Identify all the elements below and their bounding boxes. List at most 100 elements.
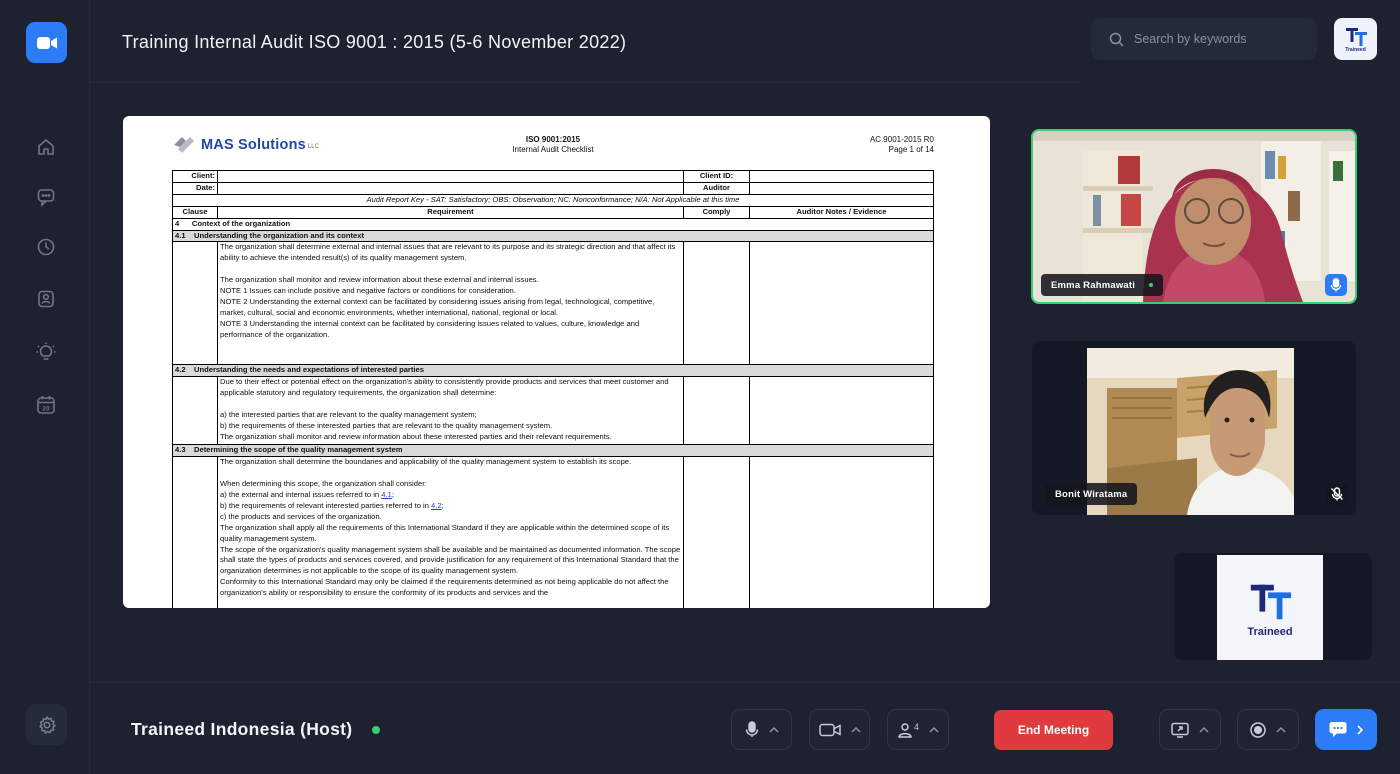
home-icon bbox=[38, 139, 54, 155]
header-divider bbox=[90, 82, 1080, 83]
participants-count: 4 bbox=[913, 721, 919, 732]
chat-icon bbox=[37, 189, 55, 207]
section-heading-row: 4.3 Determining the scope of the quality… bbox=[172, 444, 934, 458]
sidebar-item-contacts[interactable] bbox=[32, 285, 60, 313]
requirement-4-3-text-a: The organization shall determine the bou… bbox=[220, 457, 632, 499]
video-camera-icon bbox=[818, 723, 841, 736]
svg-text:20: 20 bbox=[42, 406, 50, 413]
clause-link-4-2[interactable]: 4.2 bbox=[431, 501, 442, 510]
column-clause: Clause bbox=[172, 205, 218, 219]
participant-mic-status bbox=[1325, 274, 1347, 296]
document-title: ISO 9001:2015 Internal Audit Checklist bbox=[453, 135, 653, 155]
notes-cell[interactable] bbox=[749, 456, 934, 608]
chevron-right-icon bbox=[1357, 724, 1363, 735]
traineed-logo bbox=[1250, 584, 1292, 619]
participants-icon bbox=[898, 722, 912, 738]
audit-checklist-table: Client: Client ID: Date: Auditor Audit R… bbox=[172, 170, 934, 608]
comply-cell[interactable] bbox=[683, 456, 750, 608]
shared-screen[interactable]: MAS Solutions LLC ISO 9001:2015 Internal… bbox=[123, 116, 990, 608]
requirement-4-2: Due to their effect or potential effect … bbox=[217, 376, 684, 446]
clause-cell bbox=[172, 376, 218, 446]
client-id-value[interactable] bbox=[749, 170, 934, 183]
participant-tile-speaking[interactable]: Emma Rahmawati bbox=[1031, 129, 1357, 304]
column-notes: Auditor Notes / Evidence bbox=[749, 205, 934, 219]
clause-cell bbox=[172, 241, 218, 366]
sidebar-item-calendar[interactable]: 20 bbox=[32, 391, 60, 419]
comply-cell[interactable] bbox=[683, 241, 750, 366]
company-name: MAS Solutions bbox=[201, 137, 306, 153]
sidebar-item-home[interactable] bbox=[32, 133, 60, 161]
section-heading-row: 4 Context of the organization bbox=[172, 217, 934, 231]
participant-name: Emma Rahmawati bbox=[1051, 279, 1136, 291]
meeting-title: Training Internal Audit ISO 9001 : 2015 … bbox=[122, 32, 627, 52]
column-header-row: Clause Requirement Comply Auditor Notes … bbox=[172, 205, 934, 219]
section-heading-row: 4.1 Understanding the organization and i… bbox=[172, 229, 934, 243]
app-logo-button[interactable] bbox=[26, 22, 67, 63]
gear-icon bbox=[38, 715, 56, 734]
camera-toggle[interactable] bbox=[809, 709, 870, 750]
section-heading-row: 4.2 Understanding the needs and expectat… bbox=[172, 364, 934, 378]
chevron-up-icon[interactable] bbox=[929, 726, 939, 733]
date-value[interactable] bbox=[217, 181, 684, 195]
speaking-indicator bbox=[1149, 283, 1154, 287]
document-code: AC.9001-2015 R0 bbox=[869, 135, 934, 144]
host-online-indicator bbox=[372, 726, 380, 734]
record-icon bbox=[1250, 721, 1266, 738]
document-reference: AC.9001-2015 R0 Page 1 of 14 bbox=[870, 135, 934, 155]
brand-avatar-name: Traineed bbox=[1345, 46, 1366, 53]
report-key-row: Audit Report Key - SAT: Satisfactory; OB… bbox=[172, 193, 934, 207]
section-4-2-heading: 4.2 Understanding the needs and expectat… bbox=[172, 364, 934, 378]
chevron-up-icon[interactable] bbox=[1199, 726, 1209, 733]
participant-name-tag: Bonit Wiratama bbox=[1045, 483, 1138, 505]
footer-divider bbox=[90, 682, 1400, 683]
clause-cell bbox=[172, 456, 218, 608]
settings-button[interactable] bbox=[26, 704, 67, 745]
chevron-up-icon[interactable] bbox=[1276, 726, 1286, 733]
end-meeting-button[interactable]: End Meeting bbox=[994, 710, 1113, 750]
host-label: Traineed Indonesia (Host) bbox=[131, 719, 353, 739]
company-suffix: LLC bbox=[307, 144, 319, 150]
record-button[interactable] bbox=[1237, 709, 1299, 750]
search-icon bbox=[1109, 32, 1124, 47]
sidebar-item-ideas[interactable] bbox=[32, 338, 60, 366]
microphone-icon bbox=[745, 721, 758, 737]
report-key: Audit Report Key - SAT: Satisfactory; OB… bbox=[172, 193, 934, 207]
comply-cell[interactable] bbox=[683, 376, 750, 446]
document-standard: ISO 9001:2015 bbox=[525, 135, 581, 144]
column-requirement: Requirement bbox=[217, 205, 684, 219]
contacts-icon bbox=[38, 290, 54, 308]
share-screen-button[interactable] bbox=[1159, 709, 1221, 750]
section-4-1-heading: 4.1 Understanding the organization and i… bbox=[172, 229, 934, 243]
lightbulb-icon bbox=[36, 342, 56, 360]
chevron-up-icon[interactable] bbox=[768, 726, 779, 733]
brand-avatar[interactable]: Traineed bbox=[1334, 18, 1377, 60]
search-input[interactable] bbox=[1134, 32, 1304, 46]
client-label: Client: bbox=[172, 170, 218, 183]
participant-tile[interactable]: Bonit Wiratama bbox=[1032, 341, 1356, 515]
sidebar-item-chat[interactable] bbox=[32, 183, 60, 211]
host-brand-name: Traineed bbox=[1247, 625, 1293, 638]
search-box[interactable] bbox=[1091, 18, 1317, 60]
date-label: Date: bbox=[172, 181, 218, 195]
client-value[interactable] bbox=[217, 170, 684, 183]
mas-solutions-logo: MAS Solutions LLC bbox=[173, 136, 319, 154]
share-screen-icon bbox=[1171, 722, 1189, 738]
requirement-4-1: The organization shall determine externa… bbox=[217, 241, 684, 366]
client-row: Client: Client ID: bbox=[172, 170, 934, 183]
auditor-value[interactable] bbox=[749, 181, 934, 195]
microphone-toggle[interactable] bbox=[731, 709, 792, 750]
mas-logo-mark bbox=[174, 137, 194, 153]
sidebar-item-history[interactable] bbox=[32, 233, 60, 261]
clause-link-4-1[interactable]: 4.1 bbox=[381, 490, 392, 499]
participants-button[interactable]: 4 bbox=[887, 709, 949, 750]
traineed-logo bbox=[1345, 27, 1367, 46]
section-4-3-heading: 4.3 Determining the scope of the quality… bbox=[172, 444, 934, 458]
host-logo-card: Traineed bbox=[1217, 555, 1323, 660]
chevron-up-icon[interactable] bbox=[850, 726, 861, 733]
participant-name-tag: Emma Rahmawati bbox=[1041, 274, 1164, 296]
column-comply: Comply bbox=[683, 205, 750, 219]
notes-cell[interactable] bbox=[749, 241, 934, 366]
notes-cell[interactable] bbox=[749, 376, 934, 446]
chat-panel-button[interactable] bbox=[1315, 709, 1377, 750]
host-tile[interactable]: Traineed bbox=[1174, 553, 1372, 660]
